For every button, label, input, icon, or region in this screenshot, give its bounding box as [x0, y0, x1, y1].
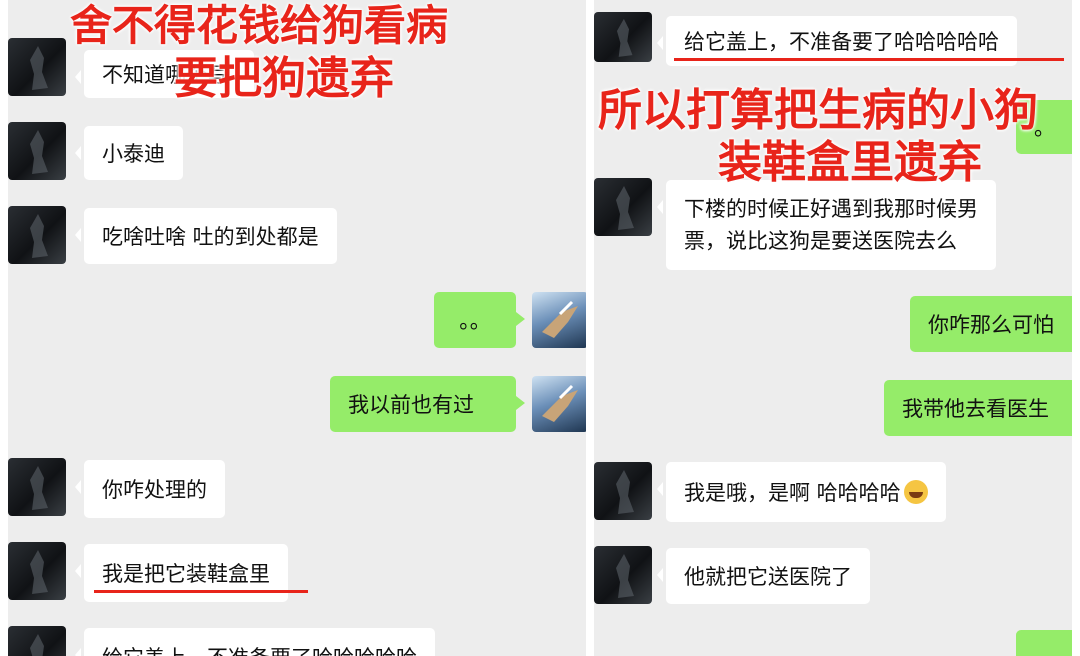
silhouette-icon	[30, 466, 48, 510]
message-text: 吃啥吐啥 吐的到处都是	[102, 225, 319, 249]
annotation-subtitle: 要把狗遗弃	[174, 53, 394, 104]
left-chat-panel: 不知道哪个写 小泰迪 吃啥吐啥 吐的到处都是 。。 我以前也有过 你咋处理的 我…	[8, 0, 586, 656]
message-bubble: 他就把它送医院了	[657, 548, 870, 604]
silhouette-icon	[30, 214, 48, 258]
message-bubble-sent: 我带他去看医生	[884, 380, 1072, 436]
contact-avatar[interactable]	[8, 626, 66, 656]
contact-avatar[interactable]	[594, 462, 652, 520]
message-bubble: 你咋处理的	[75, 460, 225, 518]
message-text: 。。	[459, 309, 491, 333]
message-text: 我是把它装鞋盒里	[102, 562, 270, 586]
message-bubble-sent: 你咋那么可怕	[910, 296, 1072, 352]
message-bubble-sent: 。。	[434, 292, 525, 348]
message-text: 我带他去看医生	[902, 397, 1049, 421]
silhouette-icon	[30, 550, 48, 594]
bird-icon	[542, 384, 578, 422]
message-text: 他就把它送医院了	[684, 565, 852, 589]
contact-avatar[interactable]	[8, 122, 66, 180]
silhouette-icon	[30, 130, 48, 174]
contact-avatar[interactable]	[594, 12, 652, 62]
message-bubble: 吃啥吐啥 吐的到处都是	[75, 208, 337, 264]
silhouette-icon	[616, 470, 634, 514]
contact-avatar[interactable]	[8, 38, 66, 96]
message-text: 小泰迪	[102, 142, 165, 166]
user-avatar[interactable]	[532, 292, 586, 348]
silhouette-icon	[616, 554, 634, 598]
annotation-title: 舍不得花钱给狗看病	[70, 1, 449, 50]
message-text: 给它盖上，不准备要了哈哈哈哈哈	[684, 30, 999, 54]
contact-avatar[interactable]	[594, 178, 652, 236]
message-bubble: 我是把它装鞋盒里	[75, 544, 288, 602]
silhouette-icon	[30, 634, 44, 656]
contact-avatar[interactable]	[8, 458, 66, 516]
silhouette-icon	[30, 46, 48, 90]
message-text: 给它盖上，不准备要了哈哈哈哈哈	[102, 642, 417, 656]
contact-avatar[interactable]	[8, 206, 66, 264]
message-bubble: 给它盖上，不准备要了哈哈哈哈哈	[75, 628, 435, 656]
red-underline	[94, 590, 308, 593]
annotation-subtitle: 装鞋盒里遗弃	[718, 137, 982, 188]
message-text-line1: 下楼的时候正好遇到我那时候男	[684, 197, 978, 221]
contact-avatar[interactable]	[594, 546, 652, 604]
message-text: 你咋那么可怕	[928, 313, 1054, 337]
laughing-emoji-icon	[903, 480, 928, 504]
silhouette-icon	[616, 186, 634, 230]
contact-avatar[interactable]	[8, 542, 66, 600]
silhouette-icon	[616, 18, 633, 57]
bird-icon	[542, 300, 578, 338]
message-text: 你咋处理的	[102, 478, 207, 502]
message-text: 我以前也有过	[348, 393, 474, 417]
message-text: 我是哦，是啊 哈哈哈哈	[684, 481, 901, 505]
red-underline	[674, 58, 1064, 61]
annotation-title: 所以打算把生病的小狗	[598, 85, 1038, 136]
user-avatar[interactable]	[532, 376, 586, 432]
message-bubble: 下楼的时候正好遇到我那时候男 票，说比这狗是要送医院去么	[657, 180, 996, 270]
right-chat-panel: 给它盖上，不准备要了哈哈哈哈哈 。 下楼的时候正好遇到我那时候男 票，说比这狗是…	[594, 0, 1072, 656]
message-bubble-sent: 我以前也有过	[330, 376, 525, 432]
message-text-line2: 票，说比这狗是要送医院去么	[684, 229, 957, 253]
message-bubble-sent	[1016, 630, 1072, 656]
message-bubble: 我是哦，是啊 哈哈哈哈	[657, 462, 946, 522]
message-bubble: 小泰迪	[75, 126, 183, 180]
